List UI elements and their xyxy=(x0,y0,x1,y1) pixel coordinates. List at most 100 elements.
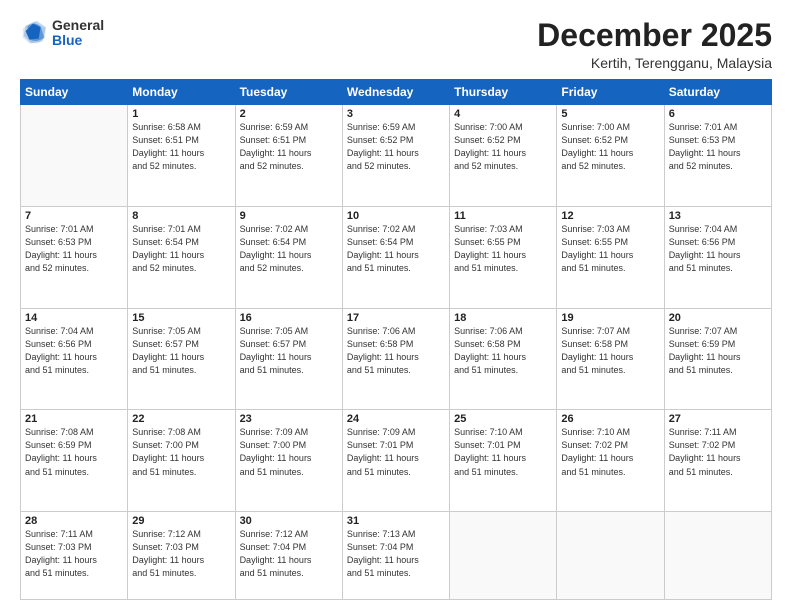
day-info: Sunrise: 7:01 AMSunset: 6:53 PMDaylight:… xyxy=(669,121,767,173)
calendar-cell: 3Sunrise: 6:59 AMSunset: 6:52 PMDaylight… xyxy=(342,105,449,207)
day-info: Sunrise: 7:07 AMSunset: 6:59 PMDaylight:… xyxy=(669,325,767,377)
day-number: 30 xyxy=(240,515,338,527)
header: General Blue December 2025 Kertih, Teren… xyxy=(20,18,772,71)
calendar-cell: 4Sunrise: 7:00 AMSunset: 6:52 PMDaylight… xyxy=(450,105,557,207)
col-monday: Monday xyxy=(128,80,235,105)
col-friday: Friday xyxy=(557,80,664,105)
day-info: Sunrise: 7:13 AMSunset: 7:04 PMDaylight:… xyxy=(347,528,445,580)
calendar-cell: 15Sunrise: 7:05 AMSunset: 6:57 PMDayligh… xyxy=(128,308,235,410)
calendar-cell: 28Sunrise: 7:11 AMSunset: 7:03 PMDayligh… xyxy=(21,512,128,600)
day-number: 4 xyxy=(454,108,552,120)
calendar-cell: 27Sunrise: 7:11 AMSunset: 7:02 PMDayligh… xyxy=(664,410,771,512)
logo-blue-text: Blue xyxy=(52,32,82,48)
day-info: Sunrise: 7:02 AMSunset: 6:54 PMDaylight:… xyxy=(347,223,445,275)
day-info: Sunrise: 7:01 AMSunset: 6:53 PMDaylight:… xyxy=(25,223,123,275)
day-info: Sunrise: 6:59 AMSunset: 6:51 PMDaylight:… xyxy=(240,121,338,173)
day-number: 21 xyxy=(25,413,123,425)
day-number: 6 xyxy=(669,108,767,120)
day-number: 25 xyxy=(454,413,552,425)
calendar-cell xyxy=(557,512,664,600)
calendar-cell: 18Sunrise: 7:06 AMSunset: 6:58 PMDayligh… xyxy=(450,308,557,410)
day-info: Sunrise: 7:06 AMSunset: 6:58 PMDaylight:… xyxy=(454,325,552,377)
calendar-week-3: 14Sunrise: 7:04 AMSunset: 6:56 PMDayligh… xyxy=(21,308,772,410)
day-info: Sunrise: 7:05 AMSunset: 6:57 PMDaylight:… xyxy=(240,325,338,377)
calendar-cell: 2Sunrise: 6:59 AMSunset: 6:51 PMDaylight… xyxy=(235,105,342,207)
day-info: Sunrise: 7:12 AMSunset: 7:04 PMDaylight:… xyxy=(240,528,338,580)
day-info: Sunrise: 7:11 AMSunset: 7:02 PMDaylight:… xyxy=(669,426,767,478)
day-info: Sunrise: 7:03 AMSunset: 6:55 PMDaylight:… xyxy=(454,223,552,275)
day-number: 29 xyxy=(132,515,230,527)
calendar-cell: 25Sunrise: 7:10 AMSunset: 7:01 PMDayligh… xyxy=(450,410,557,512)
day-number: 14 xyxy=(25,312,123,324)
location: Kertih, Terengganu, Malaysia xyxy=(537,55,772,71)
calendar-week-2: 7Sunrise: 7:01 AMSunset: 6:53 PMDaylight… xyxy=(21,206,772,308)
day-info: Sunrise: 7:09 AMSunset: 7:00 PMDaylight:… xyxy=(240,426,338,478)
header-row: Sunday Monday Tuesday Wednesday Thursday… xyxy=(21,80,772,105)
calendar-week-1: 1Sunrise: 6:58 AMSunset: 6:51 PMDaylight… xyxy=(21,105,772,207)
day-info: Sunrise: 7:10 AMSunset: 7:01 PMDaylight:… xyxy=(454,426,552,478)
calendar-cell: 17Sunrise: 7:06 AMSunset: 6:58 PMDayligh… xyxy=(342,308,449,410)
calendar-cell: 22Sunrise: 7:08 AMSunset: 7:00 PMDayligh… xyxy=(128,410,235,512)
day-info: Sunrise: 7:07 AMSunset: 6:58 PMDaylight:… xyxy=(561,325,659,377)
day-info: Sunrise: 7:06 AMSunset: 6:58 PMDaylight:… xyxy=(347,325,445,377)
calendar-cell: 19Sunrise: 7:07 AMSunset: 6:58 PMDayligh… xyxy=(557,308,664,410)
day-number: 20 xyxy=(669,312,767,324)
day-info: Sunrise: 7:02 AMSunset: 6:54 PMDaylight:… xyxy=(240,223,338,275)
calendar-cell: 8Sunrise: 7:01 AMSunset: 6:54 PMDaylight… xyxy=(128,206,235,308)
day-number: 2 xyxy=(240,108,338,120)
calendar-cell: 16Sunrise: 7:05 AMSunset: 6:57 PMDayligh… xyxy=(235,308,342,410)
calendar-cell: 26Sunrise: 7:10 AMSunset: 7:02 PMDayligh… xyxy=(557,410,664,512)
calendar-cell xyxy=(450,512,557,600)
day-info: Sunrise: 7:09 AMSunset: 7:01 PMDaylight:… xyxy=(347,426,445,478)
day-number: 28 xyxy=(25,515,123,527)
col-sunday: Sunday xyxy=(21,80,128,105)
day-info: Sunrise: 7:04 AMSunset: 6:56 PMDaylight:… xyxy=(25,325,123,377)
col-tuesday: Tuesday xyxy=(235,80,342,105)
day-info: Sunrise: 7:03 AMSunset: 6:55 PMDaylight:… xyxy=(561,223,659,275)
calendar-cell: 12Sunrise: 7:03 AMSunset: 6:55 PMDayligh… xyxy=(557,206,664,308)
day-number: 23 xyxy=(240,413,338,425)
calendar-cell: 20Sunrise: 7:07 AMSunset: 6:59 PMDayligh… xyxy=(664,308,771,410)
day-info: Sunrise: 7:10 AMSunset: 7:02 PMDaylight:… xyxy=(561,426,659,478)
day-info: Sunrise: 7:00 AMSunset: 6:52 PMDaylight:… xyxy=(561,121,659,173)
day-number: 3 xyxy=(347,108,445,120)
day-number: 15 xyxy=(132,312,230,324)
calendar-cell: 23Sunrise: 7:09 AMSunset: 7:00 PMDayligh… xyxy=(235,410,342,512)
calendar: Sunday Monday Tuesday Wednesday Thursday… xyxy=(20,79,772,600)
calendar-cell: 30Sunrise: 7:12 AMSunset: 7:04 PMDayligh… xyxy=(235,512,342,600)
logo-general-text: General xyxy=(52,17,104,33)
calendar-cell: 21Sunrise: 7:08 AMSunset: 6:59 PMDayligh… xyxy=(21,410,128,512)
day-number: 9 xyxy=(240,210,338,222)
col-thursday: Thursday xyxy=(450,80,557,105)
calendar-cell: 10Sunrise: 7:02 AMSunset: 6:54 PMDayligh… xyxy=(342,206,449,308)
calendar-header: Sunday Monday Tuesday Wednesday Thursday… xyxy=(21,80,772,105)
day-info: Sunrise: 7:04 AMSunset: 6:56 PMDaylight:… xyxy=(669,223,767,275)
calendar-cell xyxy=(664,512,771,600)
month-title: December 2025 xyxy=(537,18,772,53)
calendar-cell: 5Sunrise: 7:00 AMSunset: 6:52 PMDaylight… xyxy=(557,105,664,207)
day-info: Sunrise: 7:08 AMSunset: 7:00 PMDaylight:… xyxy=(132,426,230,478)
calendar-week-4: 21Sunrise: 7:08 AMSunset: 6:59 PMDayligh… xyxy=(21,410,772,512)
day-number: 10 xyxy=(347,210,445,222)
day-number: 7 xyxy=(25,210,123,222)
logo-text: General Blue xyxy=(52,18,104,49)
day-info: Sunrise: 6:59 AMSunset: 6:52 PMDaylight:… xyxy=(347,121,445,173)
day-info: Sunrise: 7:00 AMSunset: 6:52 PMDaylight:… xyxy=(454,121,552,173)
calendar-cell: 29Sunrise: 7:12 AMSunset: 7:03 PMDayligh… xyxy=(128,512,235,600)
day-number: 17 xyxy=(347,312,445,324)
day-number: 18 xyxy=(454,312,552,324)
calendar-cell: 9Sunrise: 7:02 AMSunset: 6:54 PMDaylight… xyxy=(235,206,342,308)
day-number: 26 xyxy=(561,413,659,425)
calendar-body: 1Sunrise: 6:58 AMSunset: 6:51 PMDaylight… xyxy=(21,105,772,600)
title-block: December 2025 Kertih, Terengganu, Malays… xyxy=(537,18,772,71)
logo-icon xyxy=(20,19,48,47)
calendar-cell: 31Sunrise: 7:13 AMSunset: 7:04 PMDayligh… xyxy=(342,512,449,600)
day-number: 31 xyxy=(347,515,445,527)
calendar-cell: 24Sunrise: 7:09 AMSunset: 7:01 PMDayligh… xyxy=(342,410,449,512)
calendar-cell: 1Sunrise: 6:58 AMSunset: 6:51 PMDaylight… xyxy=(128,105,235,207)
col-saturday: Saturday xyxy=(664,80,771,105)
day-number: 5 xyxy=(561,108,659,120)
day-info: Sunrise: 7:05 AMSunset: 6:57 PMDaylight:… xyxy=(132,325,230,377)
day-info: Sunrise: 7:01 AMSunset: 6:54 PMDaylight:… xyxy=(132,223,230,275)
calendar-cell: 13Sunrise: 7:04 AMSunset: 6:56 PMDayligh… xyxy=(664,206,771,308)
